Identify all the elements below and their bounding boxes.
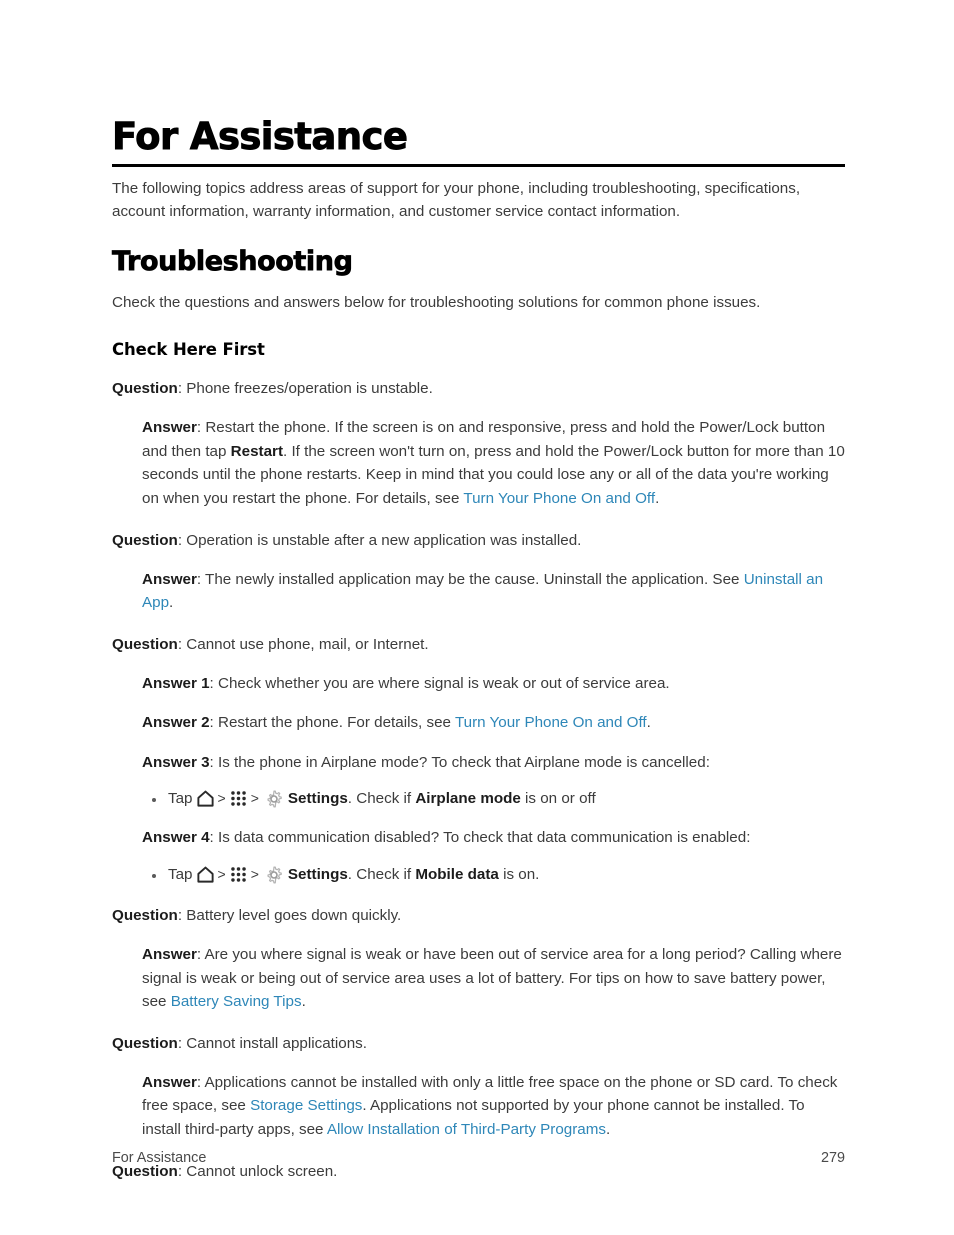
home-icon[interactable]	[196, 865, 215, 884]
settings-menu-label: Settings	[287, 790, 348, 808]
step-tap-label: Tap	[168, 866, 193, 884]
answer-label: Answer	[142, 1073, 197, 1091]
step-check-suffix: is on or off	[520, 790, 596, 808]
sentence-period: .	[646, 714, 651, 732]
sentence-period: .	[169, 594, 174, 612]
label-colon: :	[209, 753, 218, 771]
step-list-mobile-data: Tap > > Settings . Check if Mobile data …	[150, 863, 845, 886]
question-text: Battery level goes down quickly.	[186, 907, 402, 925]
chevron-separator: >	[217, 790, 226, 807]
question-text: Cannot use phone, mail, or Internet.	[186, 635, 429, 653]
question-label: Question	[112, 531, 178, 549]
label-colon: :	[196, 570, 206, 588]
chevron-separator: >	[217, 866, 226, 883]
answer2-text: Restart the phone. For details, see	[217, 714, 455, 732]
feature-name-airplane-mode: Airplane mode	[415, 790, 521, 808]
gear-icon[interactable]	[264, 865, 284, 885]
question-label: Question	[112, 380, 178, 398]
question-block: Question: Battery level goes down quickl…	[112, 904, 845, 927]
answer4-text: Is data communication disabled? To check…	[217, 829, 751, 847]
answer-block: Answer: Are you where signal is weak or …	[142, 943, 845, 1014]
label-colon: :	[177, 1034, 187, 1052]
answer-block: Answer: Applications cannot be installed…	[142, 1071, 845, 1142]
chevron-separator: >	[250, 866, 259, 883]
footer-page-number: 279	[820, 1150, 845, 1166]
link-battery-saving-tips[interactable]: Battery Saving Tips	[171, 993, 302, 1010]
answer3-text: Is the phone in Airplane mode? To check …	[217, 753, 710, 771]
answer-label: Answer	[142, 946, 197, 964]
section-heading-troubleshooting: Troubleshooting	[112, 246, 354, 277]
apps-grid-icon[interactable]	[229, 789, 248, 808]
answer-block: Answer: Restart the phone. If the screen…	[142, 416, 845, 510]
sentence-period: .	[655, 489, 660, 507]
answer-block: Answer: The newly installed application …	[142, 568, 845, 615]
answer-text: The newly installed application may be t…	[205, 570, 744, 588]
answer-block: Answer 1: Check whether you are where si…	[142, 672, 845, 696]
intro-paragraph: The following topics address areas of su…	[112, 180, 801, 220]
apps-grid-icon[interactable]	[229, 865, 248, 884]
question-block: Question: Operation is unstable after a …	[112, 529, 845, 552]
settings-menu-label: Settings	[287, 866, 348, 884]
link-turn-your-phone-on-and-off[interactable]: Turn Your Phone On and Off	[455, 714, 647, 731]
label-colon: :	[177, 380, 187, 398]
question-block: Question: Phone freezes/operation is uns…	[112, 377, 845, 400]
link-storage-settings[interactable]: Storage Settings	[250, 1097, 362, 1114]
answer-block: Answer 2: Restart the phone. For details…	[142, 711, 845, 735]
label-colon: :	[177, 531, 187, 549]
step-tap-label: Tap	[168, 790, 193, 808]
answer3-label: Answer 3	[142, 753, 210, 771]
answer1-label: Answer 1	[142, 674, 210, 692]
link-turn-your-phone-on-and-off[interactable]: Turn Your Phone On and Off	[463, 490, 655, 507]
answer-label: Answer	[142, 570, 197, 588]
sentence-period: .	[605, 1121, 611, 1139]
step-check-prefix: . Check if	[347, 866, 416, 884]
list-item: Tap > >	[150, 787, 845, 810]
home-icon[interactable]	[196, 789, 215, 808]
answer2-label: Answer 2	[142, 714, 210, 732]
label-colon: :	[177, 635, 187, 653]
question-label: Question	[112, 1034, 178, 1052]
label-colon: :	[209, 714, 218, 732]
label-colon: :	[209, 829, 218, 847]
link-allow-installation-of-third-party-programs[interactable]: Allow Installation of Third-Party Progra…	[327, 1121, 606, 1138]
feature-name-mobile-data: Mobile data	[415, 866, 499, 884]
question-block: Question: Cannot use phone, mail, or Int…	[112, 633, 845, 656]
question-text: Operation is unstable after a new applic…	[186, 531, 582, 549]
question-text: Phone freezes/operation is unstable.	[186, 380, 433, 398]
section-intro-paragraph: Check the questions and answers below fo…	[112, 294, 761, 311]
page-footer: For Assistance 279	[112, 1150, 845, 1166]
title-divider	[112, 164, 845, 167]
label-colon: :	[177, 907, 187, 925]
step-check-prefix: . Check if	[347, 790, 416, 808]
step-check-suffix: is on.	[498, 866, 540, 884]
step-list-airplane-mode: Tap > > Settings . Check if Airplane mod…	[150, 787, 845, 810]
question-label: Question	[112, 635, 178, 653]
sentence-period: .	[301, 993, 306, 1011]
list-item: Tap > >	[150, 863, 845, 886]
page-title: For Assistance	[112, 115, 409, 158]
label-colon: :	[209, 674, 218, 692]
answer-block: Answer 3: Is the phone in Airplane mode?…	[142, 751, 845, 775]
question-text: Cannot install applications.	[186, 1034, 367, 1052]
sub-heading-check-here-first: Check Here First	[112, 340, 265, 359]
footer-section-name: For Assistance	[112, 1150, 207, 1166]
answer-label: Answer	[142, 419, 197, 437]
document-page: For Assistance The following topics addr…	[112, 0, 845, 1235]
gear-icon[interactable]	[264, 789, 284, 809]
answer4-label: Answer 4	[142, 829, 210, 847]
chevron-separator: >	[250, 790, 259, 807]
question-block: Question: Cannot install applications.	[112, 1032, 845, 1055]
answer-bold-term: Restart	[230, 442, 284, 460]
question-label: Question	[112, 907, 178, 925]
answer1-text: Check whether you are where signal is we…	[217, 674, 670, 692]
answer-block: Answer 4: Is data communication disabled…	[142, 826, 845, 850]
